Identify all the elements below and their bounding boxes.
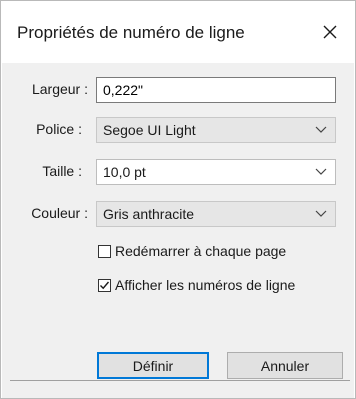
size-dropdown[interactable]: 10,0 pt: [96, 159, 336, 185]
define-button-label: Définir: [132, 357, 174, 374]
width-value: 0,222": [103, 82, 144, 98]
font-label: Police :: [36, 121, 82, 137]
size-label: Taille :: [42, 163, 82, 179]
close-icon: [323, 25, 337, 39]
color-label: Couleur :: [31, 205, 88, 221]
separator: [10, 380, 350, 381]
font-value: Segoe UI Light: [103, 122, 196, 138]
restart-each-page-label: Redémarrer à chaque page: [115, 243, 287, 259]
show-line-numbers-checkbox[interactable]: [98, 278, 111, 292]
restart-each-page-checkbox[interactable]: [98, 244, 111, 258]
chevron-down-icon: [315, 168, 327, 175]
checkmark-icon: [100, 281, 110, 289]
color-dropdown[interactable]: Gris anthracite: [96, 201, 336, 227]
dialog-body: Largeur : 0,222" Police : Segoe UI Light…: [2, 63, 354, 398]
chevron-down-icon: [315, 210, 327, 217]
cancel-button-label: Annuler: [260, 357, 310, 374]
close-button[interactable]: [313, 15, 347, 49]
restart-each-page-option[interactable]: Redémarrer à chaque page: [98, 243, 286, 259]
width-label: Largeur :: [31, 81, 88, 97]
font-dropdown[interactable]: Segoe UI Light: [96, 117, 336, 143]
line-number-properties-dialog: Propriétés de numéro de ligne Largeur : …: [0, 0, 356, 399]
define-button[interactable]: Définir: [97, 352, 209, 379]
title-bar: Propriétés de numéro de ligne: [1, 1, 355, 63]
color-value: Gris anthracite: [103, 206, 195, 222]
width-input[interactable]: 0,222": [96, 77, 336, 103]
cancel-button[interactable]: Annuler: [227, 352, 343, 379]
chevron-down-icon: [315, 126, 327, 133]
show-line-numbers-option[interactable]: Afficher les numéros de ligne: [98, 277, 295, 293]
dialog-title: Propriétés de numéro de ligne: [17, 23, 245, 42]
size-value: 10,0 pt: [103, 164, 146, 180]
show-line-numbers-label: Afficher les numéros de ligne: [115, 277, 296, 293]
